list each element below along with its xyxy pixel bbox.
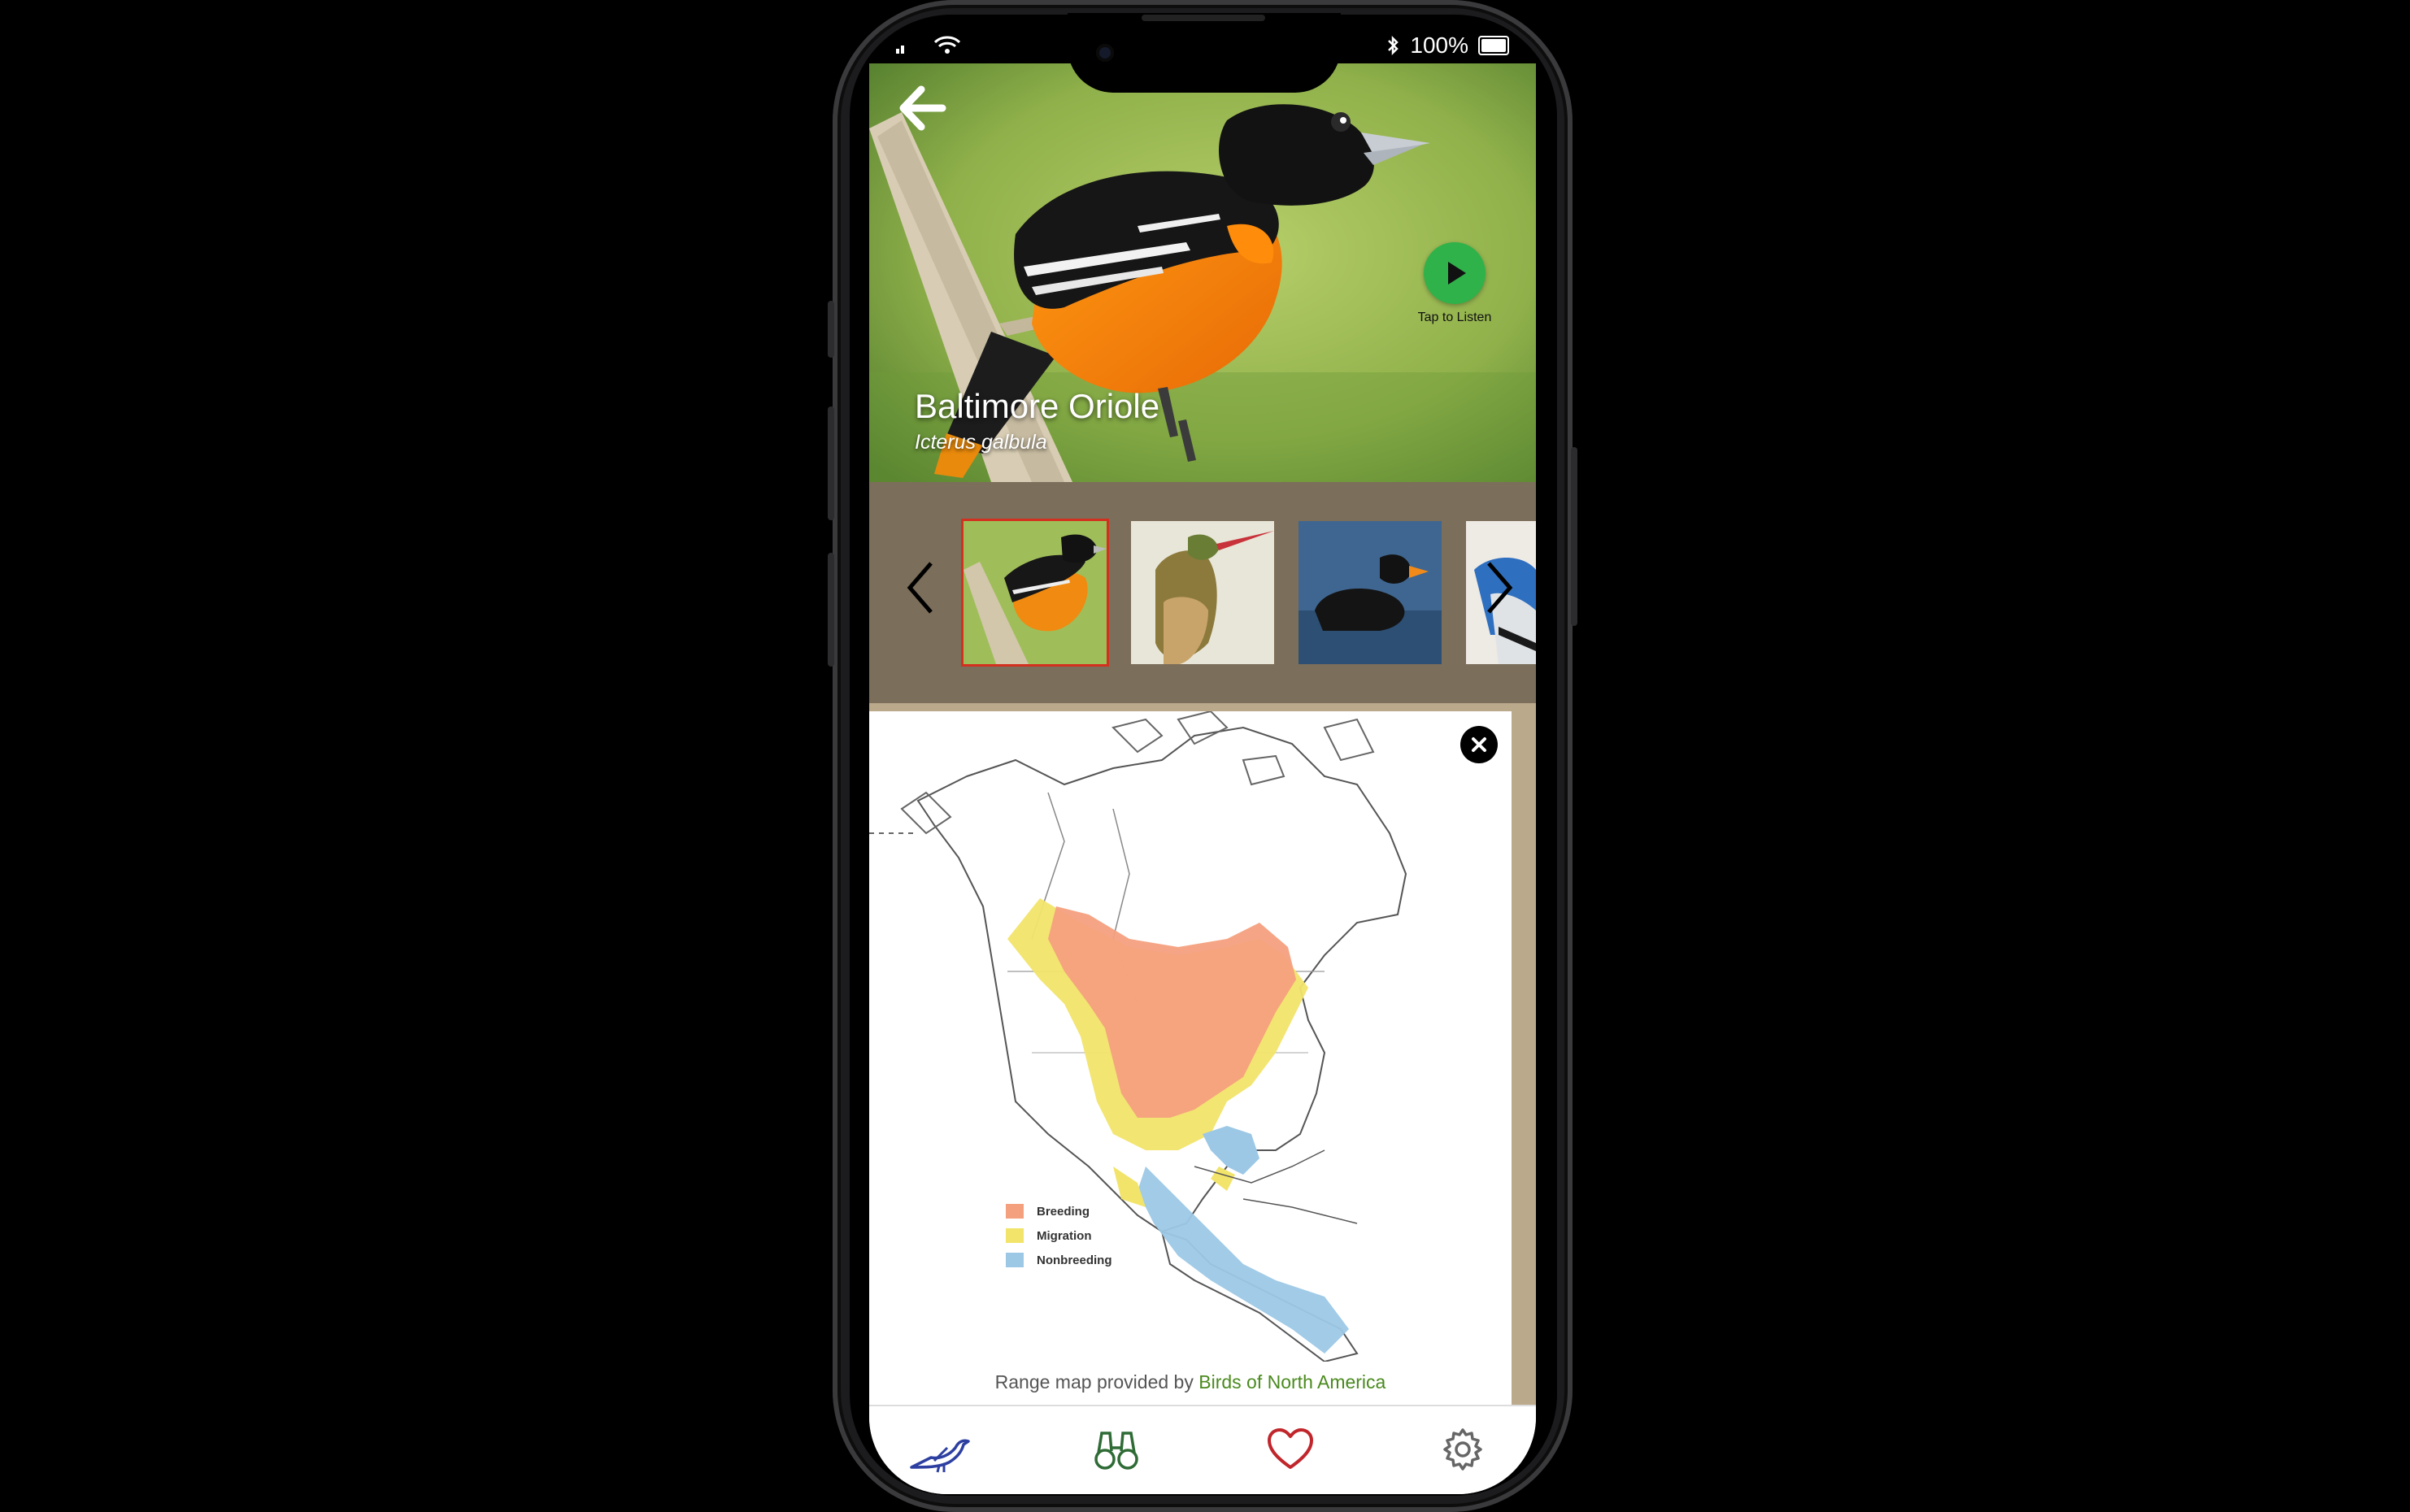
legend-label: Migration: [1037, 1228, 1092, 1243]
scoter-thumbnail-image: [1299, 521, 1442, 664]
screen: Tap to Listen Baltimore Oriole Icterus g…: [850, 15, 1557, 1496]
legend-item: Migration: [1006, 1223, 1112, 1248]
binoculars-icon: [1094, 1432, 1138, 1470]
bird-scientific-name: Icterus galbula: [915, 431, 1047, 454]
hero-photo: Tap to Listen Baltimore Oriole Icterus g…: [869, 63, 1536, 482]
carousel-prev-button[interactable]: [897, 555, 946, 620]
chevron-right-icon: [1487, 562, 1513, 614]
thumbnail-oriole[interactable]: [961, 519, 1109, 667]
gear-icon: [1443, 1428, 1482, 1471]
tab-settings[interactable]: [1430, 1421, 1495, 1478]
side-button: [828, 553, 834, 667]
tab-bar: [869, 1405, 1536, 1494]
range-map-image: [869, 710, 1407, 1363]
tab-favorites[interactable]: [1258, 1421, 1323, 1478]
legend-label: Nonbreeding: [1037, 1253, 1112, 1267]
legend-label: Breeding: [1037, 1204, 1090, 1219]
heart-icon: [1268, 1428, 1313, 1469]
app-view: Tap to Listen Baltimore Oriole Icterus g…: [869, 63, 1536, 1494]
range-map-panel: Breeding Migration Nonbreeding Range map…: [869, 703, 1536, 1405]
status-right: 100%: [1386, 33, 1509, 59]
play-icon: [1448, 262, 1466, 285]
chevron-left-icon: [907, 562, 933, 614]
thumbnail-hummingbird[interactable]: [1131, 521, 1274, 664]
tab-birds[interactable]: [907, 1421, 972, 1478]
bird-common-name: Baltimore Oriole: [915, 387, 1160, 425]
listen-control[interactable]: Tap to Listen: [1398, 242, 1512, 325]
side-button: [828, 301, 834, 358]
legend-item: Breeding: [1006, 1199, 1112, 1223]
thumbnail-scoter[interactable]: [1299, 521, 1442, 664]
hummingbird-thumbnail-image: [1131, 521, 1274, 664]
side-button: [828, 406, 834, 520]
close-icon: [1472, 737, 1486, 752]
back-arrow-icon: [899, 85, 946, 131]
map-legend: Breeding Migration Nonbreeding: [1006, 1199, 1112, 1272]
range-map-card: Breeding Migration Nonbreeding Range map…: [869, 710, 1512, 1405]
legend-item: Nonbreeding: [1006, 1248, 1112, 1272]
birds-of-north-america-link[interactable]: Birds of North America: [1198, 1371, 1386, 1393]
tab-explore[interactable]: [1084, 1421, 1149, 1478]
bluetooth-icon: [1388, 35, 1399, 56]
back-button[interactable]: [894, 80, 951, 137]
battery-percentage: 100%: [1410, 33, 1468, 58]
phone-speaker: [1142, 15, 1265, 21]
legend-swatch-breeding: [1006, 1204, 1024, 1219]
play-button[interactable]: [1424, 242, 1486, 304]
oriole-thumbnail-image: [964, 521, 1107, 664]
battery-icon: [1478, 36, 1509, 55]
map-credit: Range map provided by Birds of North Ame…: [869, 1371, 1512, 1393]
status-bar: 100%: [862, 28, 1545, 68]
side-button: [1571, 447, 1577, 626]
bird-icon: [910, 1439, 970, 1473]
close-map-button[interactable]: [1460, 726, 1498, 763]
photo-carousel: [869, 482, 1536, 703]
legend-swatch-migration: [1006, 1228, 1024, 1243]
carousel-next-button[interactable]: [1474, 555, 1523, 620]
status-left: [894, 34, 961, 55]
signal-icon: [896, 46, 904, 54]
legend-swatch-nonbreeding: [1006, 1253, 1024, 1267]
wifi-icon: [933, 36, 961, 54]
listen-label: Tap to Listen: [1417, 311, 1492, 324]
credit-prefix: Range map provided by: [994, 1371, 1199, 1393]
